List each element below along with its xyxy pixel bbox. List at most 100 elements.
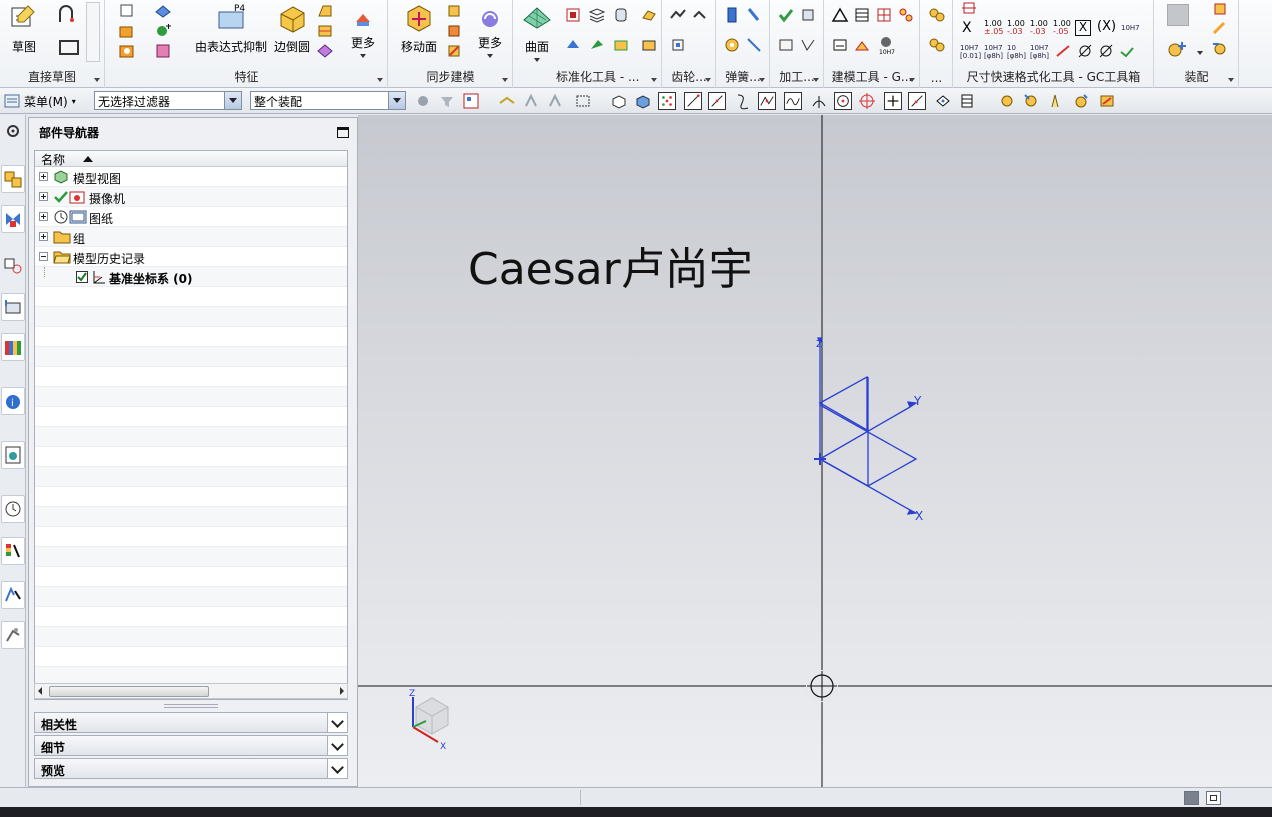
- overflow-parts2-icon[interactable]: [928, 36, 946, 54]
- tol-button-1[interactable]: 1.00 ±.05: [984, 20, 1003, 36]
- tree-node-cameras[interactable]: 摄像机: [35, 187, 347, 207]
- frame-icon[interactable]: [831, 36, 849, 54]
- palette-tab[interactable]: [1, 537, 25, 565]
- machining-part-icon[interactable]: [799, 6, 817, 24]
- std-green-part-icon[interactable]: [588, 36, 606, 54]
- spring-cylinder-icon[interactable]: [723, 6, 741, 24]
- scroll-left-icon[interactable]: [38, 687, 42, 695]
- assembly-tool-2-icon[interactable]: [1022, 92, 1040, 110]
- tree-node-groups[interactable]: 组: [35, 227, 347, 247]
- spring-pin-icon[interactable]: [745, 6, 763, 24]
- web-browser-tab[interactable]: [1, 441, 25, 469]
- offset-region-icon[interactable]: [445, 22, 463, 40]
- dim-stack-icon[interactable]: [960, 0, 978, 18]
- selection-scope-select[interactable]: 整个装配: [250, 91, 406, 110]
- select-bodies-icon[interactable]: [546, 92, 564, 110]
- assembly-add-icon[interactable]: [1211, 0, 1229, 18]
- group-expand-icon[interactable]: [909, 78, 915, 82]
- diameter-alt-icon[interactable]: [1097, 42, 1115, 60]
- snap-endpoint-icon[interactable]: [684, 92, 702, 110]
- overflow-parts-icon[interactable]: [928, 6, 946, 24]
- collapse-icon[interactable]: [39, 252, 48, 261]
- assembly-move-icon[interactable]: [1211, 20, 1229, 38]
- rectangle-icon[interactable]: [57, 36, 81, 58]
- snap-quadrant-icon[interactable]: [810, 92, 828, 110]
- trim-body-icon[interactable]: [316, 42, 334, 60]
- std-cylinder-icon[interactable]: [612, 6, 630, 24]
- std-box-icon[interactable]: [640, 36, 658, 54]
- part-family-tab[interactable]: [1, 293, 25, 321]
- hole-icon[interactable]: [118, 42, 136, 60]
- graphics-window[interactable]: Caesar卢尚宇 X Y Z Z X: [358, 115, 1272, 787]
- chamfer-icon[interactable]: [316, 2, 334, 20]
- group-expand-icon[interactable]: [705, 78, 711, 82]
- suppress-by-expression-button[interactable]: P4 由表达式抑制: [192, 2, 270, 64]
- sketch-tool-icon[interactable]: [853, 36, 871, 54]
- column-header-name[interactable]: 名称: [35, 151, 347, 167]
- fit-button-3[interactable]: 10 [φ8h]: [1007, 44, 1026, 60]
- full-screen-toggle[interactable]: [1184, 791, 1199, 805]
- std-part-icon[interactable]: [564, 6, 582, 24]
- group-expand-icon[interactable]: [94, 78, 100, 82]
- surface-button[interactable]: 曲面: [520, 2, 554, 64]
- expand-icon[interactable]: [39, 232, 48, 241]
- hd3d-tab[interactable]: i: [1, 387, 25, 415]
- paren-x-button[interactable]: (X): [1097, 19, 1116, 34]
- machining-sheet-icon[interactable]: [777, 36, 795, 54]
- window-mode-toggle[interactable]: [1206, 791, 1221, 805]
- group-expand-icon[interactable]: [502, 78, 508, 82]
- group-expand-icon[interactable]: [759, 78, 765, 82]
- tol-button-4[interactable]: 1.00 -.05: [1053, 20, 1071, 36]
- dim-green-icon[interactable]: [1118, 42, 1136, 60]
- dim-red-tool-icon[interactable]: [1054, 42, 1072, 60]
- chevron-down-icon[interactable]: [327, 759, 347, 778]
- horizontal-scrollbar[interactable]: [34, 683, 348, 699]
- select-by-box-icon[interactable]: [462, 92, 480, 110]
- scrollbar-thumb[interactable]: [49, 686, 209, 697]
- std-stack-icon[interactable]: [588, 6, 606, 24]
- snap-curve-icon[interactable]: [784, 92, 802, 110]
- spring-coil-icon[interactable]: [723, 36, 741, 54]
- menu-button[interactable]: 菜单(M) ▾: [4, 91, 76, 111]
- gear-pair-icon[interactable]: [691, 6, 709, 24]
- snap-settings-icon[interactable]: [414, 92, 432, 110]
- std-hand-icon[interactable]: [640, 6, 658, 24]
- profile-icon[interactable]: [57, 4, 81, 26]
- snap-arc-center-icon[interactable]: [834, 92, 852, 110]
- history-tab[interactable]: [1, 495, 25, 523]
- fit-10h7-icon[interactable]: 10H7: [875, 34, 897, 56]
- snap-on-curve-icon[interactable]: [908, 92, 926, 110]
- roles-tab[interactable]: [1, 621, 25, 649]
- std-blue-part-icon[interactable]: [564, 36, 582, 54]
- assembly-tool-3-icon[interactable]: [1046, 92, 1064, 110]
- chevron-down-icon[interactable]: [327, 736, 347, 755]
- maximize-icon[interactable]: [337, 127, 349, 138]
- scroll-right-icon[interactable]: [340, 687, 344, 695]
- assembly-tool-4-icon[interactable]: [1072, 92, 1090, 110]
- constraint-navigator-tab[interactable]: [1, 251, 25, 279]
- sketch-gallery-scroll[interactable]: [86, 2, 100, 62]
- snap-on-surface-icon[interactable]: [934, 92, 952, 110]
- tol-button-3[interactable]: 1.00 -.03: [1030, 20, 1048, 36]
- unite-icon[interactable]: [154, 2, 172, 20]
- machining-check-icon[interactable]: [777, 6, 795, 24]
- machining-tool-icon[interactable]: [799, 36, 817, 54]
- snap-midpoint-icon[interactable]: [708, 92, 726, 110]
- clear-x-button[interactable]: X: [962, 20, 972, 36]
- shell-icon[interactable]: [154, 42, 172, 60]
- expand-icon[interactable]: [39, 192, 48, 201]
- assembly-tool-5-icon[interactable]: [1098, 92, 1116, 110]
- table-icon[interactable]: [853, 6, 871, 24]
- select-face-icon[interactable]: [634, 92, 652, 110]
- datum-coordinate-system[interactable]: [814, 337, 919, 515]
- fit-button-2[interactable]: 10H7 [φ8h]: [984, 44, 1003, 60]
- grid-icon[interactable]: [875, 6, 893, 24]
- tree-node-datum-csys[interactable]: 基准坐标系 (0): [35, 267, 347, 287]
- group-expand-icon[interactable]: [651, 78, 657, 82]
- sync-more-button[interactable]: 更多: [475, 2, 505, 64]
- reuse-library-tab[interactable]: [1, 333, 25, 361]
- snap-control-icon[interactable]: [734, 92, 752, 110]
- select-features-icon[interactable]: [522, 92, 540, 110]
- expand-icon[interactable]: [39, 212, 48, 221]
- visibility-checkbox[interactable]: [76, 271, 88, 283]
